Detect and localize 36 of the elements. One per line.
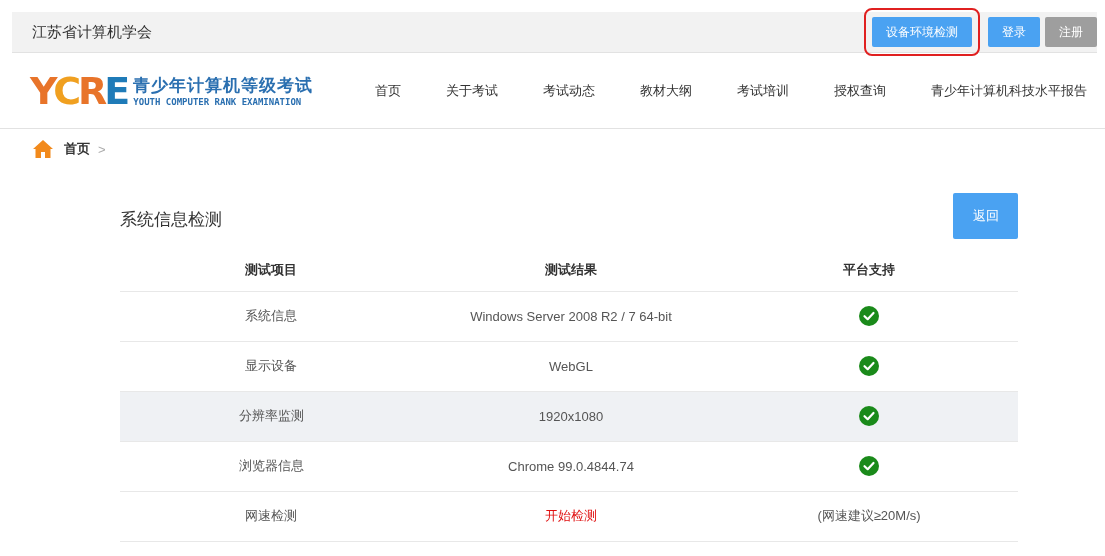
- check-icon: [859, 406, 879, 426]
- cell-text: 显示设备: [245, 358, 297, 373]
- nav-link[interactable]: 关于考试: [446, 81, 498, 100]
- nav-link[interactable]: 授权查询: [834, 81, 886, 100]
- cell-text: Chrome 99.0.4844.74: [508, 458, 634, 474]
- column-header: 测试结果: [422, 249, 720, 291]
- logo-letter: Y: [30, 68, 54, 113]
- logo-subtitle: YOUTH COMPUTER RANK EXAMINATION: [133, 97, 303, 107]
- column-header: 平台支持: [720, 249, 1018, 291]
- home-icon[interactable]: [32, 139, 54, 159]
- logo-letter: E: [104, 68, 128, 113]
- nav-link[interactable]: 考试培训: [737, 81, 789, 100]
- cell-text: 浏览器信息: [238, 458, 304, 473]
- nav-link[interactable]: 教材大纲: [640, 81, 692, 100]
- cell-text: Windows Server 2008 R2 / 7 64-bit: [470, 308, 672, 324]
- logo-letter: R: [78, 68, 105, 113]
- logo-title: 青少年计算机等级考试: [133, 75, 314, 97]
- breadcrumb-separator: >: [98, 141, 106, 157]
- cell-text: (网速建议≥20M/s): [817, 508, 921, 523]
- start-test-link[interactable]: 开始检测: [545, 508, 597, 523]
- organization-name: 江苏省计算机学会: [32, 22, 152, 42]
- cell-text: 1920x1080: [538, 408, 604, 424]
- cell-text: 分辨率监测: [238, 408, 304, 423]
- column-header: 测试项目: [120, 249, 422, 291]
- check-icon: [859, 456, 879, 476]
- panel-title: 系统信息检测: [120, 208, 222, 231]
- nav-link[interactable]: 青少年计算机科技水平报告: [931, 81, 1087, 100]
- nav-link[interactable]: 考试动态: [543, 81, 595, 100]
- nav-link[interactable]: 首页: [375, 81, 401, 100]
- cell-text: 网速检测: [245, 508, 297, 523]
- cell-text: WebGL: [549, 358, 593, 374]
- check-icon: [859, 356, 879, 376]
- cell-text: 系统信息: [245, 308, 297, 323]
- breadcrumb-link[interactable]: 首页: [64, 140, 90, 158]
- logo-letter: C: [53, 68, 79, 113]
- check-icon: [859, 306, 879, 326]
